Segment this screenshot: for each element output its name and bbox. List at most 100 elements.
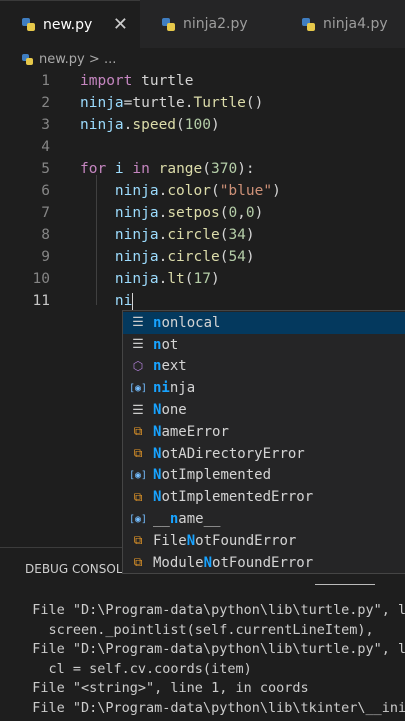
suggestion-rest: otADirectoryError [161,445,305,462]
suggestion-label: FileNotFoundError [153,533,296,549]
code-line[interactable]: 2 ninja=turtle.Turtle() [0,92,405,114]
code-line[interactable]: 7 ninja.setpos(0,0) [0,202,405,224]
suggestion-item[interactable]: ⧉ ModuleNotFoundError [123,552,405,574]
code-line[interactable]: 6 ninja.color("blue") [0,180,405,202]
breadcrumb-file[interactable]: new.py [39,52,85,67]
suggestion-match: N [203,554,213,571]
tab-ninja2-py[interactable]: ninja2.py [140,0,280,48]
tab-label: new.py [43,16,93,33]
suggestion-label: nonlocal [153,315,220,331]
console-line: File "D:\Program-data\python\lib\turtle.… [16,602,405,618]
suggestion-label: NameError [153,424,229,440]
code-token: 0 [228,205,238,221]
suggestion-match: N [186,532,196,549]
code-line[interactable]: 3 ninja.speed(100) [0,114,405,136]
suggestion-label: None [153,402,187,418]
suggestion-rest: otImplementedError [161,489,314,506]
code-token: 34 [228,227,246,243]
close-icon[interactable]: ✕ [113,14,128,35]
breadcrumb-rest[interactable]: ... [104,52,116,67]
suggestion-item[interactable]: ⧉ NotImplementedError [123,486,405,508]
suggestion-item[interactable]: [◉] NotImplemented [123,465,405,487]
variable-icon: [◉] [128,513,148,525]
code-token: ninja [80,271,159,287]
suggestion-item[interactable]: [◉] ninja [123,377,405,399]
code-token: 17 [193,271,211,287]
suggestion-rest: nja [169,380,196,397]
code-token: import [80,73,133,89]
line-number: 3 [41,117,50,133]
suggestion-item[interactable]: ⧉ FileNotFoundError [123,530,405,552]
code-token: ): [237,161,255,177]
line-number: 8 [41,227,50,243]
line-number: 7 [41,205,50,221]
suggestion-label: __name__ [153,511,220,527]
class-icon: ⧉ [133,424,143,439]
code-token: ninja [80,95,124,111]
editor-tab-bar: new.py ✕ ninja2.py ninja4.py [0,0,405,48]
line-number: 6 [41,183,50,199]
code-text: ninja.circle(54) [80,246,255,268]
code-token: circle [167,227,220,243]
code-token: in [132,161,150,177]
line-number: 9 [41,249,50,265]
code-line[interactable]: 9 ninja.circle(54) [0,246,405,268]
code-token: ) [245,249,255,265]
suggestion-rest: ot [161,336,179,353]
code-text: ni [80,290,134,312]
code-token: range [158,161,203,177]
code-token: ) [210,117,220,133]
code-token: ni [80,293,133,309]
code-line[interactable]: 8 ninja.circle(34) [0,224,405,246]
code-token: 370 [211,161,238,177]
code-text: ninja=turtle.Turtle() [80,92,263,114]
suggestion-label: ModuleNotFoundError [153,555,313,571]
code-token: () [245,95,264,111]
code-text: ninja.setpos(0,0) [80,202,263,224]
code-line[interactable]: 5 for i in range(370): [0,158,405,180]
console-line: File "D:\Program-data\python\lib\tkinter… [16,699,405,716]
code-token: setpos [167,205,220,221]
tab-ninja4-py[interactable]: ninja4.py [280,0,405,48]
suggestion-item[interactable]: ☰ nonlocal [123,312,405,334]
code-token: ) [245,227,255,243]
module-icon: ⬡ [132,359,144,374]
tab-new-py[interactable]: new.py ✕ [0,0,140,48]
python-file-icon [22,18,35,31]
suggestion-rest: otFoundError [212,554,314,571]
code-token: . [158,227,168,243]
suggestion-rest: one [161,402,187,419]
breadcrumb[interactable]: new.py > ... [22,52,116,67]
suggestion-item[interactable]: ⧉ NameError [123,421,405,443]
python-file-icon [22,54,33,65]
tab-label: ninja4.py [323,16,388,32]
code-token: ninja [80,249,159,265]
line-number: 11 [32,293,50,309]
line-number: 5 [41,161,50,177]
suggestion-item[interactable]: ⬡ next [123,356,405,378]
code-token: . [158,205,168,221]
suggestion-item[interactable]: ⧉ NotADirectoryError [123,443,405,465]
suggestion-item[interactable]: [◉] __name__ [123,508,405,530]
code-token: circle [167,249,220,265]
variable-icon: [◉] [128,382,148,394]
code-line[interactable]: 1 import turtle [0,70,405,92]
suggestion-item[interactable]: ☰ not [123,334,405,356]
suggestion-label: NotImplemented [153,467,271,483]
code-line[interactable]: 4 [0,136,405,158]
code-token: 0 [245,205,255,221]
code-token: lt [167,271,185,287]
code-line[interactable]: 10 ninja.lt(17) [0,268,405,290]
code-line[interactable]: 11 ni [0,290,405,312]
text-cursor [132,292,134,310]
suggestion-prefix: __ [153,511,170,528]
suggestion-rest: otFoundError [195,532,297,549]
tab-debug-console[interactable]: DEBUG CONSOLE [25,562,130,576]
class-icon: ⧉ [133,533,143,548]
suggestion-label: ninja [153,380,195,396]
suggestion-item[interactable]: ☰ None [123,399,405,421]
autocomplete-suggestions[interactable]: ☰ nonlocal ☰ not ⬡ next [◉] ninja ☰ None ⧉ NameErro… [122,310,405,574]
code-token: =turtle. [123,95,194,111]
code-token: ( [176,117,185,133]
console-line: File "D:\Program-data\python\lib\turtle.… [16,641,405,657]
